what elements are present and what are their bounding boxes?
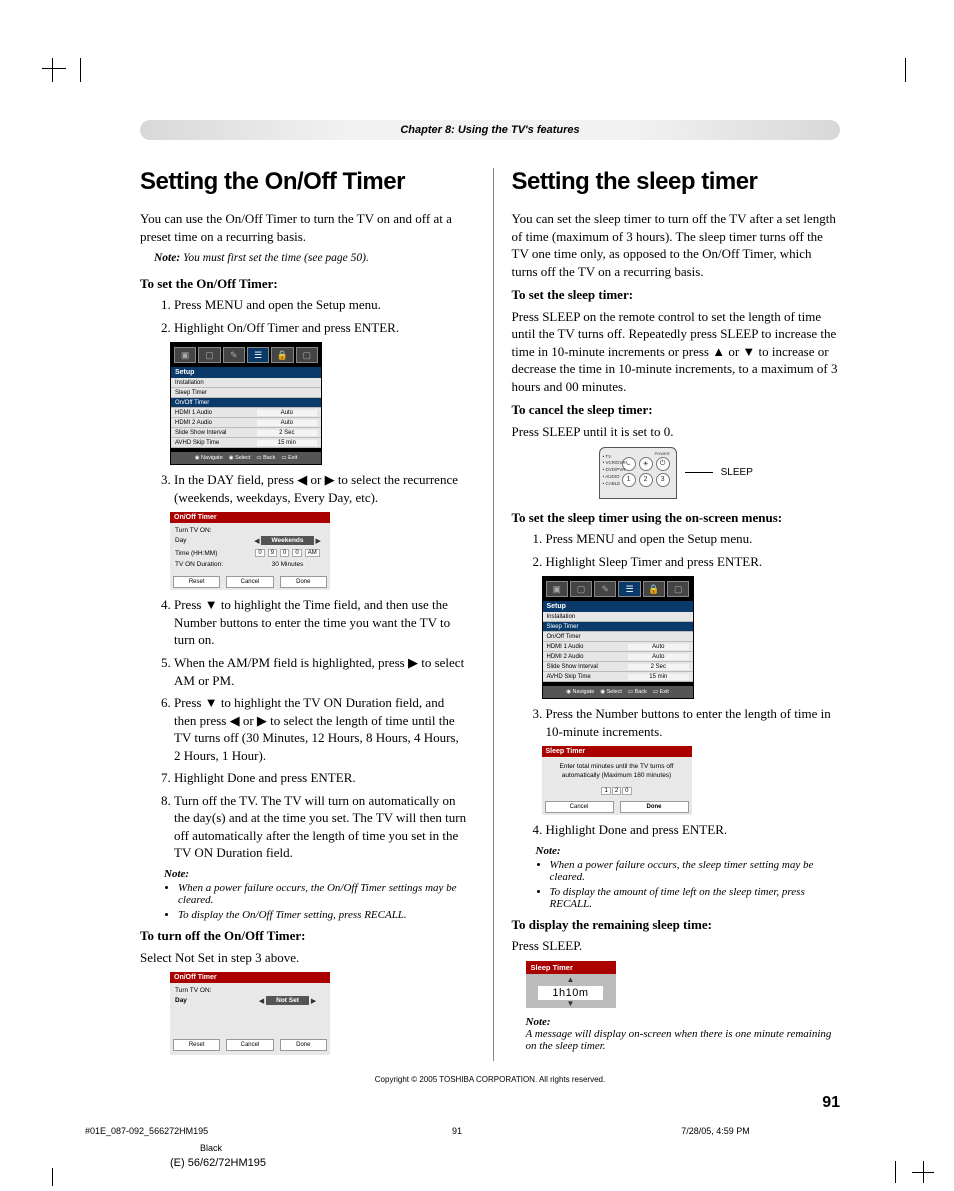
right-step-4: Highlight Done and press ENTER. [546, 821, 841, 839]
left-step-7: Highlight Done and press ENTER. [174, 769, 469, 787]
chapter-title-bar: Chapter 8: Using the TV's features [140, 120, 840, 140]
right-step-1: Press MENU and open the Setup menu. [546, 530, 841, 548]
left-step-4: Press ▼ to highlight the Time field, and… [174, 596, 469, 649]
left-note2: Note: When a power failure occurs, the O… [164, 868, 469, 921]
left-intro: You can use the On/Off Timer to turn the… [140, 210, 469, 245]
print-color: Black [200, 1143, 222, 1153]
left-note1: Note: You must first set the time (see p… [154, 251, 469, 267]
osd-onoff-weekends: On/Off Timer Turn TV ON: Day◀Weekends▶Ti… [170, 512, 330, 590]
right-p4: Press SLEEP. [512, 937, 841, 955]
copyright: Copyright © 2005 TOSHIBA CORPORATION. Al… [140, 1075, 840, 1084]
left-step-5: When the AM/PM field is highlighted, pre… [174, 654, 469, 689]
osd-onoff-notset: On/Off Timer Turn TV ON: Day ◀Not Set▶ R… [170, 972, 330, 1055]
left-step-2: Highlight On/Off Timer and press ENTER. [174, 319, 469, 337]
left-step-6: Press ▼ to highlight the TV ON Duration … [174, 694, 469, 764]
left-sub1: To set the On/Off Timer: [140, 275, 469, 293]
left-turnoff-text: Select Not Set in step 3 above. [140, 949, 469, 967]
right-note3: Note: When a power failure occurs, the s… [536, 845, 841, 910]
left-sub2: To turn off the On/Off Timer: [140, 927, 469, 945]
right-step-3: Press the Number buttons to enter the le… [546, 705, 841, 740]
osd-setup-onoff: ▣▢✎ ☰🔒▢ Setup InstallationSleep TimerOn/… [170, 342, 322, 465]
print-meta: #01E_087-092_566272HM195 91 7/28/05, 4:5… [85, 1126, 899, 1136]
osd-sleep-remaining: Sleep Timer ▲ 1h10m ▼ [526, 961, 616, 1008]
osd-sleep-input: Sleep Timer Enter total minutes until th… [542, 746, 692, 815]
left-heading: Setting the On/Off Timer [140, 168, 469, 196]
osd-setup-sleep: ▣▢✎ ☰🔒▢ Setup InstallationSleep TimerOn/… [542, 576, 694, 699]
right-sub2: To cancel the sleep timer: [512, 401, 841, 419]
right-heading: Setting the sleep timer [512, 168, 841, 196]
right-intro: You can set the sleep timer to turn off … [512, 210, 841, 280]
right-sub3: To set the sleep timer using the on-scre… [512, 509, 841, 527]
right-note4: Note: A message will display on-screen w… [526, 1016, 841, 1052]
left-step-3: In the DAY field, press ◀ or ▶ to select… [174, 471, 469, 506]
page-number: 91 [140, 1094, 840, 1112]
right-p1: Press SLEEP on the remote control to set… [512, 308, 841, 396]
left-step-8: Turn off the TV. The TV will turn on aut… [174, 792, 469, 862]
right-step-2: Highlight Sleep Timer and press ENTER. [546, 553, 841, 571]
remote-figure: • TV • VCR/DVR • DVD/PVR • AUDIO • CABLE… [512, 447, 841, 499]
right-sub1: To set the sleep timer: [512, 286, 841, 304]
right-p2: Press SLEEP until it is set to 0. [512, 423, 841, 441]
print-model: (E) 56/62/72HM195 [170, 1157, 266, 1169]
right-sub4: To display the remaining sleep time: [512, 916, 841, 934]
left-step-1: Press MENU and open the Setup menu. [174, 296, 469, 314]
